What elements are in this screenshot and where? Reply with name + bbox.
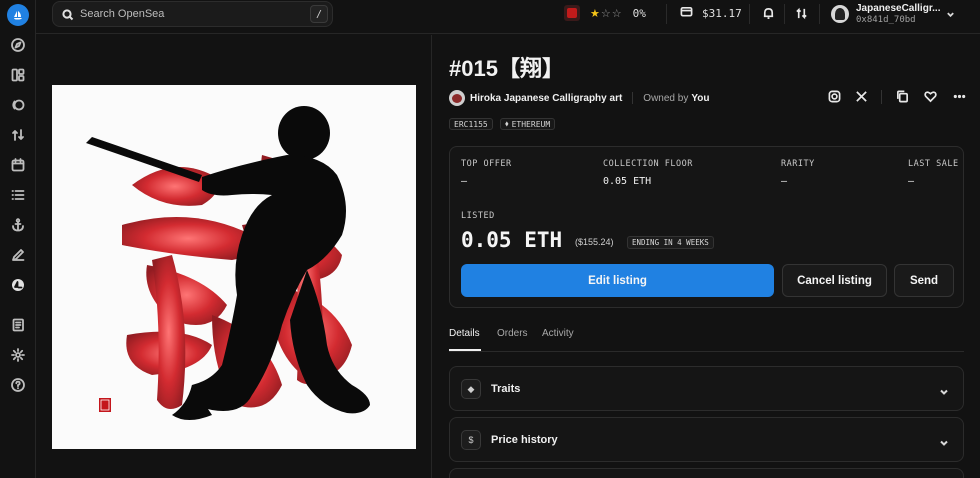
balance-amount: $31.17 — [702, 6, 742, 20]
divider — [632, 92, 634, 104]
account-address: 0x841d_70bd — [856, 14, 916, 25]
search-input[interactable]: Search OpenSea — [80, 8, 164, 20]
item-details-panel: #015【翔】 Hiroka Japanese Calligraphy art … — [433, 35, 980, 478]
creator-link[interactable]: Hiroka Japanese Calligraphy art — [470, 93, 622, 104]
book-icon[interactable] — [9, 316, 27, 334]
edit-listing-button[interactable]: Edit listing — [461, 264, 774, 297]
copy-icon[interactable] — [896, 90, 909, 106]
account-menu[interactable]: JapaneseCalligr... 0x841d_70bd — [831, 2, 955, 26]
tab-orders[interactable]: Orders — [497, 328, 528, 339]
listed-price: 0.05 ETH — [461, 228, 563, 252]
divider — [819, 4, 820, 24]
x-twitter-icon[interactable] — [855, 90, 868, 106]
item-title: #015【翔】 — [449, 56, 564, 81]
last-sale-label: LAST SALE — [908, 159, 959, 169]
search-bar[interactable]: Search OpenSea / — [52, 1, 333, 27]
listing-expiry-badge: ENDING IN 4 WEEKS — [627, 236, 714, 249]
top-offer-value: – — [461, 176, 468, 187]
toggle-icon[interactable] — [9, 96, 27, 114]
top-offer-label: TOP OFFER — [461, 159, 512, 169]
avatar — [831, 5, 849, 23]
collection-floor-label: COLLECTION FLOOR — [603, 159, 693, 169]
collection-floor-value: 0.05 ETH — [603, 176, 652, 187]
wallet-balance[interactable]: $31.17 — [680, 0, 742, 26]
grid-icon[interactable] — [9, 66, 27, 84]
artwork-panel — [36, 35, 432, 478]
detail-tabs: Details Orders Activity — [449, 328, 964, 352]
rarity-label: RARITY — [781, 159, 815, 169]
swap-icon[interactable] — [795, 0, 808, 26]
rating-widget[interactable]: ★☆☆ 0% — [564, 0, 646, 26]
anchor-icon[interactable] — [9, 216, 27, 234]
ethereum-icon: ⬧ — [505, 119, 509, 128]
divider — [749, 4, 750, 24]
listed-label: LISTED — [461, 211, 495, 221]
sidebar — [0, 0, 36, 478]
search-shortcut-key: / — [310, 5, 328, 23]
pen-icon[interactable] — [9, 246, 27, 264]
divider — [784, 4, 785, 24]
compass-icon[interactable] — [9, 36, 27, 54]
heart-icon[interactable] — [924, 90, 937, 106]
last-sale-value: – — [908, 176, 915, 187]
account-name: JapaneseCalligr... — [856, 2, 941, 14]
divider — [881, 90, 882, 104]
chain-chip: ⬧ ETHEREUM — [500, 118, 556, 130]
opensea-icon[interactable] — [9, 276, 27, 294]
list-icon[interactable] — [9, 186, 27, 204]
collapsed-section-partial[interactable] — [449, 468, 964, 478]
traits-icon: ◆ — [461, 379, 481, 399]
help-icon[interactable] — [9, 376, 27, 394]
divider — [666, 4, 667, 24]
instagram-icon[interactable] — [828, 90, 841, 106]
chevron-down-icon — [946, 10, 955, 19]
calendar-icon[interactable] — [9, 156, 27, 174]
token-standard-chip: ERC1155 — [449, 118, 493, 130]
chevron-down-icon — [939, 435, 949, 446]
opensea-logo[interactable] — [7, 4, 29, 26]
wallet-icon — [680, 5, 693, 21]
creator-row: Hiroka Japanese Calligraphy art Owned by… — [449, 90, 709, 106]
nft-artwork[interactable] — [52, 85, 416, 449]
traits-title: Traits — [491, 383, 521, 395]
cancel-listing-button[interactable]: Cancel listing — [782, 264, 887, 297]
rating-stars: ★☆☆ — [590, 7, 623, 20]
price-history-title: Price history — [491, 434, 558, 446]
creator-avatar[interactable] — [449, 90, 465, 106]
search-icon — [62, 8, 74, 21]
listed-price-usd: ($155.24) — [575, 237, 614, 247]
dollar-icon: $ — [461, 430, 481, 450]
tab-activity[interactable]: Activity — [542, 328, 574, 339]
collection-thumbnail — [564, 5, 580, 21]
chevron-down-icon — [939, 384, 949, 395]
price-history-section[interactable]: $ Price history — [449, 417, 964, 462]
rating-percent: 0% — [632, 6, 646, 20]
listing-stats-box: TOP OFFER – COLLECTION FLOOR 0.05 ETH RA… — [449, 146, 964, 308]
owned-by-label: Owned by — [643, 92, 689, 104]
gear-icon[interactable] — [9, 346, 27, 364]
owner-link[interactable]: You — [691, 93, 709, 104]
tab-details[interactable]: Details — [449, 328, 480, 339]
swap-icon[interactable] — [9, 126, 27, 144]
notifications-icon[interactable] — [762, 0, 775, 26]
top-bar: Search OpenSea / ★☆☆ 0% $31.17 JapaneseC… — [36, 0, 980, 34]
send-button[interactable]: Send — [894, 264, 954, 297]
traits-section[interactable]: ◆ Traits — [449, 366, 964, 411]
rarity-value: – — [781, 176, 788, 187]
more-options-icon[interactable] — [953, 90, 966, 106]
active-tab-indicator — [449, 349, 481, 351]
